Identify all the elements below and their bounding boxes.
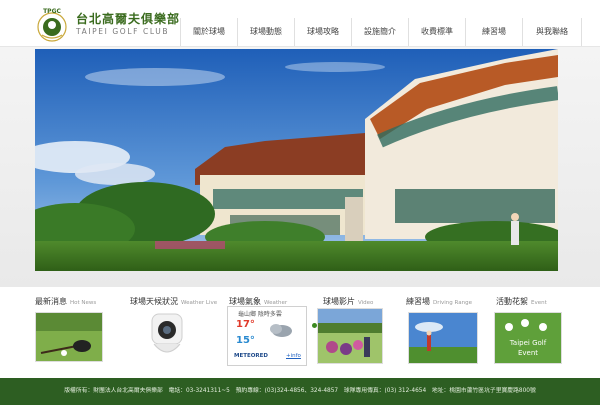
weather-live-subtitle: Weather Live — [181, 300, 218, 306]
weather-high: 17° — [236, 319, 255, 330]
nav-news[interactable]: 球場動態 — [237, 18, 294, 46]
header: TPGC 台北高爾夫俱樂部 TAIPEI GOLF CLUB 關於球場 球場動態… — [0, 0, 600, 47]
event-subtitle: Event — [531, 300, 547, 306]
nav-course-guide[interactable]: 球場攻略 — [294, 18, 351, 46]
weather-live-title: 球場天候狀況 — [130, 297, 178, 306]
range-title: 練習場 — [406, 297, 430, 306]
news-subtitle: Hot News — [70, 300, 97, 306]
weather-location: 龜山鄉 陰時多雲 — [238, 311, 282, 318]
hero-clubhouse-image[interactable] — [35, 49, 558, 271]
weather-low: 15° — [236, 335, 255, 346]
news-thumbnail[interactable] — [35, 312, 103, 362]
nav-fees[interactable]: 收費標準 — [408, 18, 465, 46]
video-subtitle: Video — [358, 300, 374, 306]
news-title: 最新消息 — [35, 297, 67, 306]
event-badge-line2: Event — [518, 349, 538, 357]
event-title: 活動花絮 — [496, 297, 528, 306]
weather-more-link[interactable]: +info — [286, 353, 301, 359]
nav-facilities[interactable]: 設施簡介 — [351, 18, 408, 46]
hero-section — [0, 47, 600, 328]
feature-cards: 最新消息 Hot News 球場天候狀況 Weather Live 球場氣象 Weat… — [0, 296, 600, 376]
club-logo-icon[interactable]: TPGC — [34, 7, 70, 43]
driving-range-thumbnail[interactable] — [408, 312, 478, 364]
video-thumbnail[interactable] — [317, 308, 383, 364]
cloud-icon — [270, 324, 292, 337]
weather-title: 球場氣象 — [229, 297, 261, 306]
nav-contact[interactable]: 與我聯絡 — [522, 18, 582, 46]
brand-name-en: TAIPEI GOLF CLUB — [76, 27, 170, 36]
nav-about[interactable]: 關於球場 — [180, 18, 237, 46]
camera-icon[interactable] — [130, 310, 210, 366]
logo-text: TPGC — [43, 8, 61, 15]
brand-name-zh[interactable]: 台北高爾夫俱樂部 — [76, 10, 180, 27]
event-thumbnail[interactable]: Taipei Golf Event — [494, 312, 562, 364]
nav-driving-range[interactable]: 練習場 — [465, 18, 522, 46]
weather-brand: METEORED — [234, 353, 268, 359]
range-subtitle: Driving Range — [433, 300, 472, 306]
footer-info: 版權所有：財團法人台北高爾夫俱樂部 電話：03-3241311~5 預約專線：(… — [0, 378, 600, 405]
weather-widget[interactable]: 龜山鄉 陰時多雲 17° 15° METEORED +info — [227, 306, 307, 366]
video-title: 球場影片 — [323, 297, 355, 306]
event-badge-line1: Taipei Golf — [509, 339, 547, 347]
main-nav: 關於球場 球場動態 球場攻略 設施簡介 收費標準 練習場 與我聯絡 — [180, 18, 582, 46]
